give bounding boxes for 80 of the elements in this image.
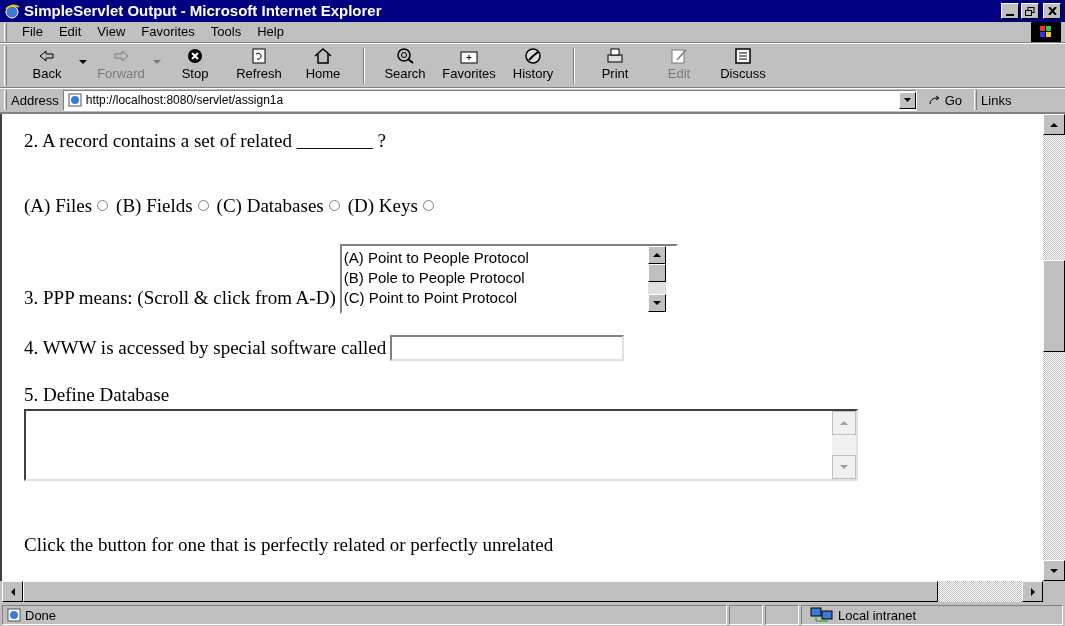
go-button[interactable]: Go <box>920 90 971 111</box>
network-icon <box>810 607 834 624</box>
radio-button[interactable] <box>97 200 109 212</box>
close-button[interactable] <box>1043 3 1061 19</box>
windows-logo-icon <box>1031 22 1061 43</box>
refresh-button[interactable]: Refresh <box>227 45 291 86</box>
home-button[interactable]: Home <box>291 45 355 86</box>
question-text: 2. A record contains a set of related ________ ? <box>24 129 387 154</box>
back-icon <box>37 47 57 64</box>
radio-button[interactable] <box>197 200 209 212</box>
list-option[interactable]: (A) Point to People Protocol <box>343 248 648 269</box>
page-icon <box>7 608 21 623</box>
scroll-thumb[interactable] <box>647 264 666 283</box>
address-field[interactable]: http://localhost:8080/servlet/assign1a <box>62 90 917 111</box>
option-label: (A) Files <box>24 193 93 218</box>
menu-item[interactable]: File <box>15 22 50 42</box>
zone-panel: Local intranet <box>801 605 1063 626</box>
page-icon <box>67 93 82 108</box>
minimize-icon <box>1006 14 1014 16</box>
forward-icon <box>111 47 131 64</box>
close-icon <box>1047 7 1057 15</box>
radio-button[interactable] <box>422 200 434 212</box>
menu-item[interactable]: View <box>90 22 133 42</box>
links-button[interactable]: Links <box>981 90 1012 111</box>
answer-field[interactable] <box>390 335 625 362</box>
status-panel <box>765 605 799 626</box>
window-title: SimpleServlet Output - Microsoft Internet Explorer <box>24 0 383 21</box>
down-arrow-icon <box>1050 568 1058 573</box>
stop-button[interactable]: Stop <box>163 45 227 86</box>
question-text: 3. PPP means: (Scroll & click from A-D) <box>24 285 336 310</box>
browser-icon <box>4 3 20 19</box>
restore-icon <box>1025 6 1035 16</box>
list-option[interactable]: (C) Point to Point Protocol <box>343 288 648 309</box>
left-arrow-icon <box>10 587 15 596</box>
home-icon <box>313 47 333 64</box>
status-panel <box>729 605 763 626</box>
favorites-button[interactable]: Favorites <box>437 45 501 86</box>
menu-item[interactable]: Help <box>250 22 291 42</box>
history-icon <box>523 47 543 64</box>
up-arrow-icon <box>840 421 848 426</box>
stop-icon <box>185 47 205 64</box>
address-label: Address <box>11 91 59 110</box>
up-arrow-icon <box>652 253 661 258</box>
scroll-left-button[interactable] <box>2 581 23 602</box>
status-panel: Done <box>2 605 727 626</box>
menu-item[interactable]: Tools <box>203 22 249 42</box>
print-button[interactable]: Print <box>583 45 647 86</box>
discuss-button[interactable]: Discuss <box>711 45 775 86</box>
edit-icon <box>669 47 689 64</box>
option-label: (D) Keys <box>347 193 418 218</box>
discuss-icon <box>733 47 753 64</box>
search-icon <box>395 47 415 64</box>
dropdown-button[interactable] <box>898 92 916 109</box>
option-label: (C) Databases <box>216 193 324 218</box>
down-arrow-icon <box>840 465 848 470</box>
search-button[interactable]: Search <box>373 45 437 86</box>
radio-button[interactable] <box>328 200 340 212</box>
question-text: 5. Define Database <box>24 382 171 407</box>
restore-button[interactable] <box>1021 3 1039 19</box>
scroll-right-button[interactable] <box>1022 581 1043 602</box>
refresh-icon <box>249 47 269 64</box>
caret-icon <box>903 98 911 103</box>
option-label: (B) Fields <box>116 193 193 218</box>
vertical-scrollbar[interactable] <box>1043 114 1065 582</box>
instruction-text: Click the button for one that is perfectly related or perfectly unrelated <box>24 533 555 558</box>
arrow-icon <box>928 95 941 106</box>
minimize-button[interactable] <box>1001 3 1019 19</box>
down-arrow-icon <box>652 301 661 306</box>
up-arrow-icon <box>1050 122 1058 127</box>
scroll-thumb[interactable] <box>1043 260 1065 353</box>
history-button[interactable]: History <box>501 45 565 86</box>
back-button[interactable]: Back <box>15 45 79 86</box>
menu-item[interactable]: Edit <box>51 22 89 42</box>
dropdown-arrow-icon[interactable] <box>79 59 89 64</box>
list-box[interactable]: (A) Point to People Protocol (B) Pole to People Protocol (C) Point to Point Protocol <box>339 244 678 315</box>
list-option[interactable]: (B) Pole to People Protocol <box>343 268 648 289</box>
right-arrow-icon <box>1030 587 1035 596</box>
print-icon <box>605 47 625 64</box>
menu-item[interactable]: Favorites <box>134 22 202 42</box>
question-text: 4. WWW is accessed by special software called <box>24 336 387 361</box>
